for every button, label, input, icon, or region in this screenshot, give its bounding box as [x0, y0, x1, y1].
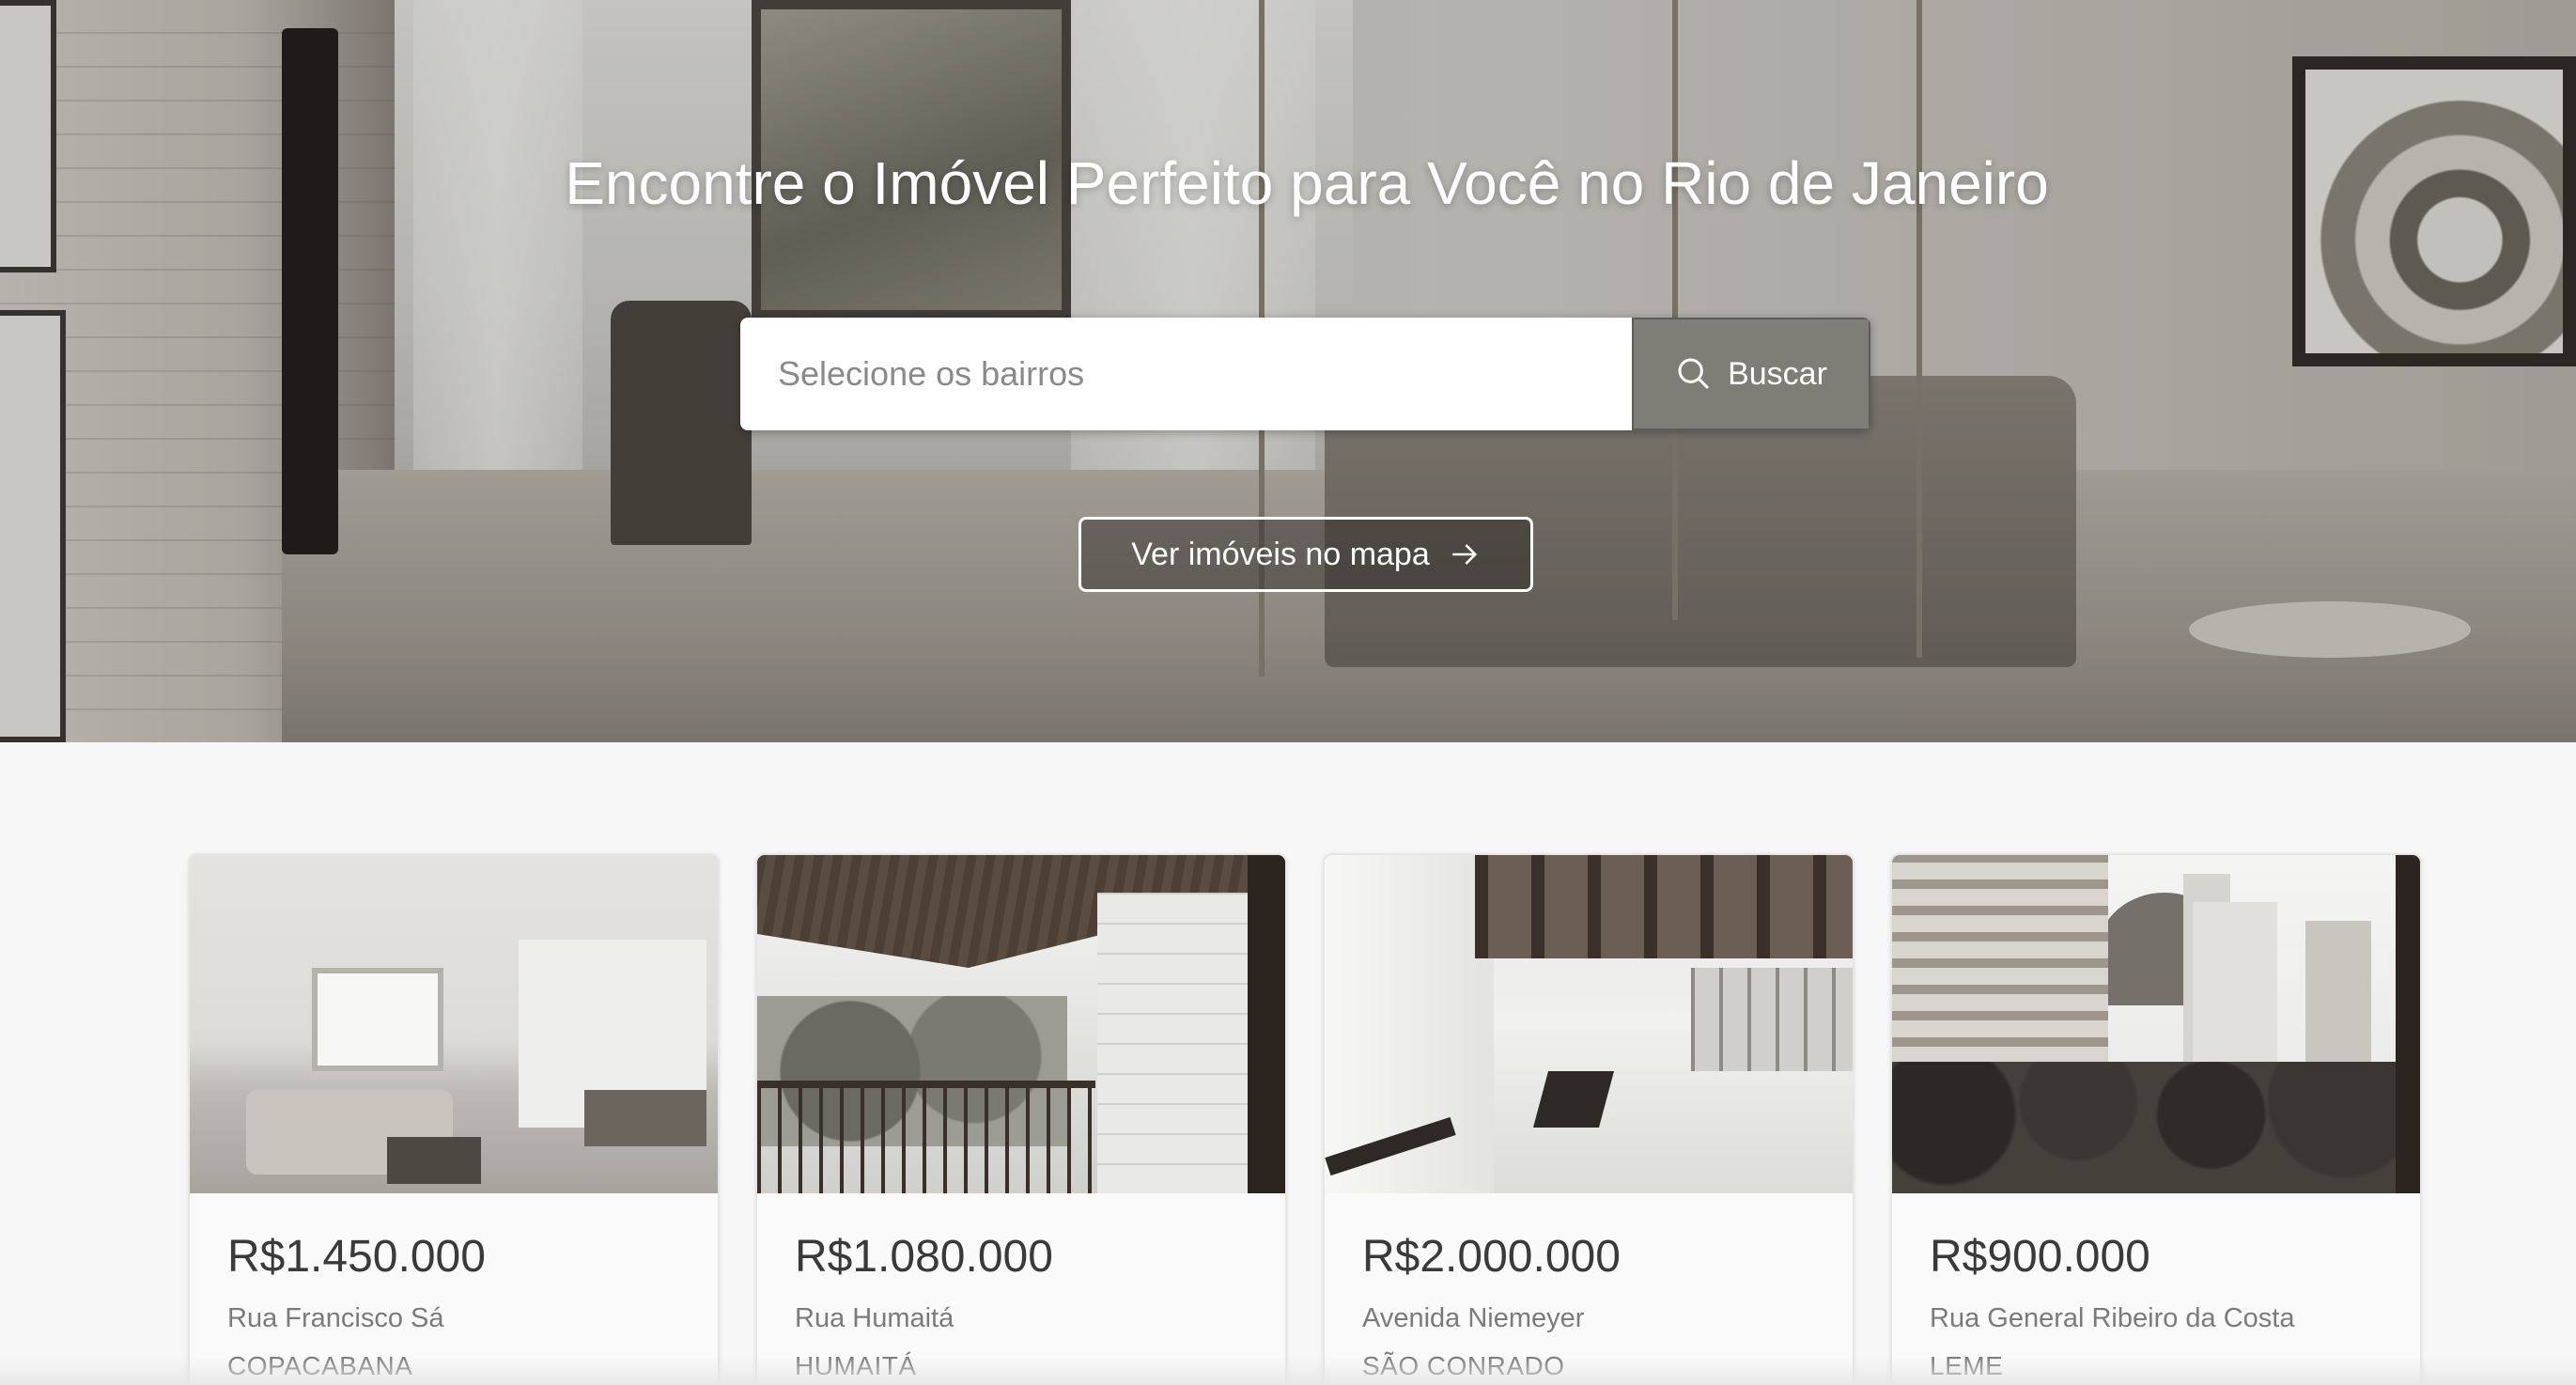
listing-street: Rua Francisco Sá	[227, 1303, 444, 1333]
listing-price: R$900.000	[1930, 1232, 2150, 1282]
search-icon	[1678, 358, 1710, 390]
listing-card[interactable]: R$1.080.000 Rua Humaitá HUMAITÁ	[755, 853, 1287, 1385]
listing-card[interactable]: R$1.450.000 Rua Francisco Sá COPACABANA	[188, 853, 720, 1385]
listings-section: R$1.450.000 Rua Francisco Sá COPACABANA …	[0, 742, 2576, 1385]
neighborhood-select[interactable]: Selecione os bairros	[740, 318, 1632, 430]
listing-photo[interactable]	[1892, 855, 2420, 1193]
view-map-label: Ver imóveis no mapa	[1131, 536, 1430, 572]
listing-street: Rua General Ribeiro da Costa	[1930, 1303, 2295, 1333]
hero-title: Encontre o Imóvel Perfeito para Você no …	[565, 149, 2049, 217]
listing-street: Rua Humaitá	[795, 1303, 954, 1333]
search-bar: Selecione os bairros Buscar	[740, 318, 1870, 430]
arrow-right-icon	[1452, 544, 1477, 565]
listing-photo[interactable]	[1325, 855, 1853, 1193]
listing-card[interactable]: R$2.000.000 Avenida Niemeyer SÃO CONRADO	[1323, 853, 1854, 1385]
listing-price: R$1.450.000	[227, 1232, 486, 1282]
hero-banner: Encontre o Imóvel Perfeito para Você no …	[0, 0, 2576, 742]
listing-price: R$1.080.000	[795, 1232, 1053, 1282]
listing-street: Avenida Niemeyer	[1362, 1303, 1585, 1333]
search-button[interactable]: Buscar	[1632, 318, 1870, 430]
view-map-button[interactable]: Ver imóveis no mapa	[1079, 517, 1533, 592]
listing-photo[interactable]	[190, 855, 718, 1193]
listing-price: R$2.000.000	[1362, 1232, 1621, 1282]
search-button-label: Buscar	[1728, 355, 1827, 392]
listing-photo[interactable]	[757, 855, 1285, 1193]
listing-card[interactable]: R$900.000 Rua General Ribeiro da Costa L…	[1890, 853, 2422, 1385]
